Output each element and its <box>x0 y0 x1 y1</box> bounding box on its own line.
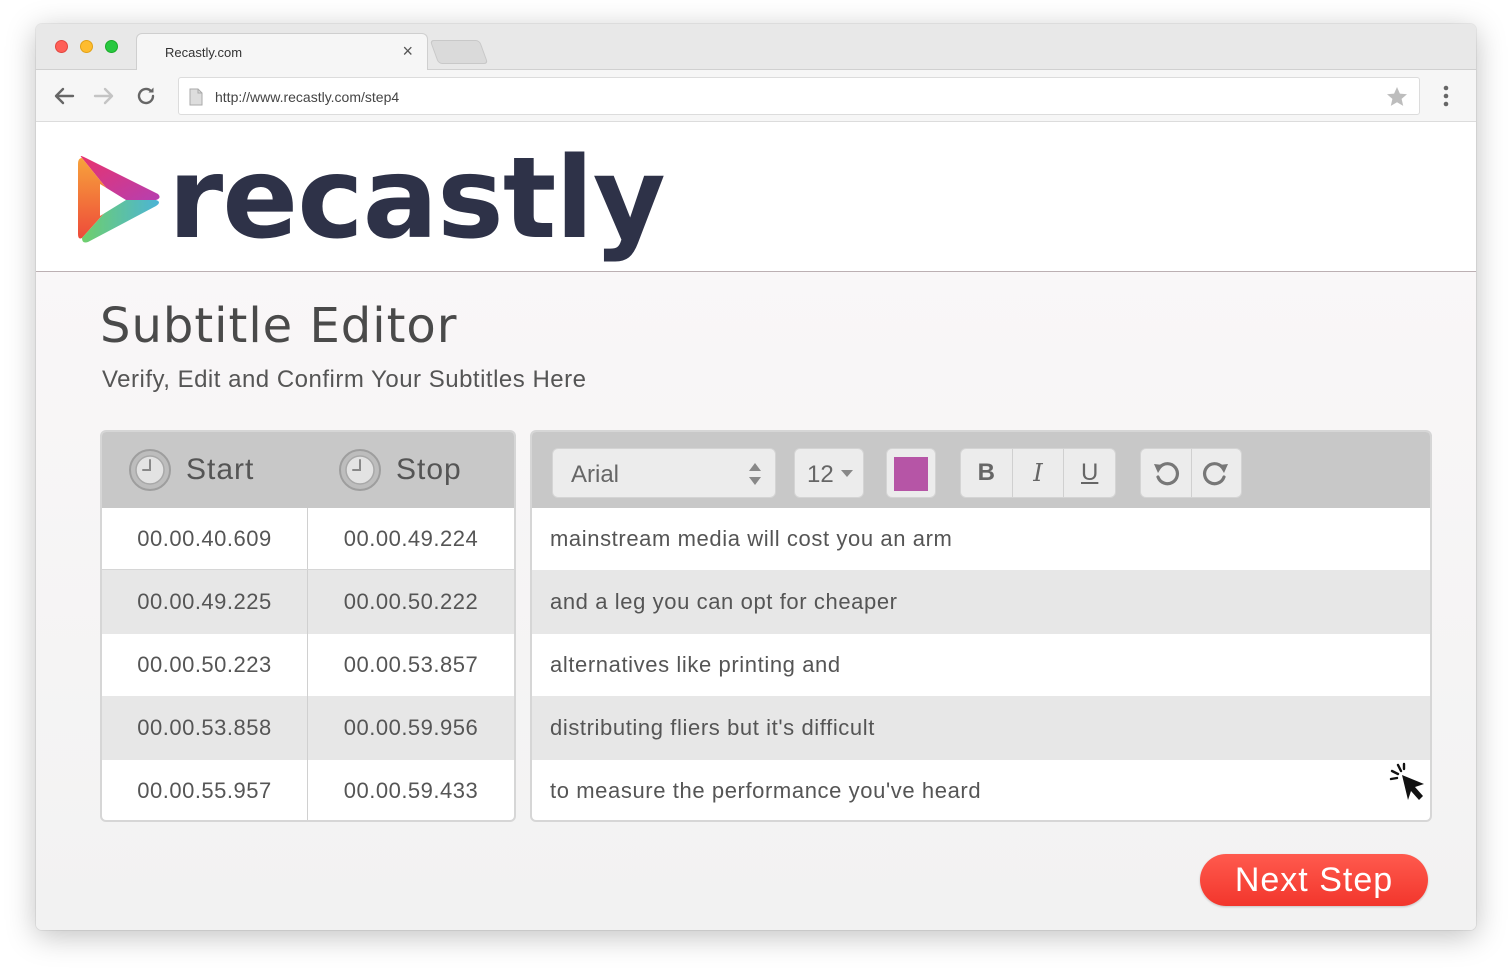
clock-icon <box>129 449 171 491</box>
minimize-window-button[interactable] <box>80 40 93 53</box>
timecode-row: 00.00.55.957 00.00.59.433 <box>102 760 514 820</box>
forward-button[interactable] <box>90 82 118 110</box>
italic-button[interactable]: I <box>1013 449 1065 497</box>
stop-label: Stop <box>396 453 462 486</box>
browser-tab[interactable]: Recastly.com × <box>136 33 428 71</box>
font-size-value: 12 <box>807 461 834 488</box>
undo-button[interactable] <box>1141 449 1192 497</box>
address-bar[interactable]: http://www.recastly.com/step4 <box>178 77 1420 115</box>
reload-button[interactable] <box>132 82 160 110</box>
page-content: recastly Subtitle Editor Verify, Edit an… <box>36 122 1476 930</box>
chevron-down-icon <box>841 470 853 477</box>
formatting-toolbar: Arial 12 B I U <box>532 432 1430 508</box>
clock-icon <box>339 449 381 491</box>
tab-strip: Recastly.com × <box>36 24 1476 71</box>
page-icon <box>189 88 203 106</box>
stop-time-cell[interactable]: 00.00.50.222 <box>308 570 514 634</box>
font-size-select[interactable]: 12 <box>794 448 864 498</box>
bold-button[interactable]: B <box>961 449 1013 497</box>
subtitle-line[interactable]: alternatives like printing and <box>532 634 1430 696</box>
select-arrows-icon <box>749 463 761 485</box>
recastly-logo-icon <box>78 156 160 243</box>
page-title: Subtitle Editor <box>100 298 458 354</box>
start-time-cell[interactable]: 00.00.49.225 <box>102 570 308 634</box>
start-time-cell[interactable]: 00.00.40.609 <box>102 508 308 569</box>
url-text[interactable]: http://www.recastly.com/step4 <box>215 89 399 105</box>
subtitle-line[interactable]: to measure the performance you've heard <box>532 760 1430 820</box>
site-header: recastly <box>36 122 1476 272</box>
start-time-cell[interactable]: 00.00.55.957 <box>102 760 308 820</box>
start-time-cell[interactable]: 00.00.50.223 <box>102 634 308 696</box>
brand-wordmark: recastly <box>168 134 666 264</box>
color-swatch <box>894 457 928 491</box>
timecode-row: 00.00.50.223 00.00.53.857 <box>102 634 514 696</box>
stop-time-cell[interactable]: 00.00.53.857 <box>308 634 514 696</box>
stop-time-cell[interactable]: 00.00.49.224 <box>308 508 514 569</box>
redo-icon <box>1203 462 1229 486</box>
stop-time-cell[interactable]: 00.00.59.956 <box>308 696 514 760</box>
browser-window: Recastly.com × http://www.recastly.com/s… <box>36 24 1476 930</box>
pointer-cursor-icon <box>1389 762 1424 800</box>
menu-dots-icon <box>1443 85 1449 107</box>
new-tab-button[interactable] <box>429 40 489 64</box>
font-family-select[interactable]: Arial <box>552 448 776 498</box>
history-group <box>1140 448 1242 498</box>
back-button[interactable] <box>50 82 78 110</box>
subtitle-text-panel: Arial 12 B I U mainstream media will cos… <box>530 430 1432 822</box>
forward-arrow-icon <box>93 87 114 105</box>
next-step-button[interactable]: Next Step <box>1200 854 1428 906</box>
start-label: Start <box>186 453 255 486</box>
star-icon[interactable] <box>1385 85 1409 109</box>
timecode-header: Start Stop <box>102 432 514 508</box>
subtitle-line[interactable]: mainstream media will cost you an arm <box>532 508 1430 570</box>
maximize-window-button[interactable] <box>105 40 118 53</box>
close-window-button[interactable] <box>55 40 68 53</box>
subtitle-line[interactable]: and a leg you can opt for cheaper <box>532 570 1430 634</box>
tab-title: Recastly.com <box>165 45 243 60</box>
timecode-row: 00.00.53.858 00.00.59.956 <box>102 696 514 760</box>
subtitle-line[interactable]: distributing fliers but it's difficult <box>532 696 1430 760</box>
browser-menu-button[interactable] <box>1436 82 1456 110</box>
page-subtitle: Verify, Edit and Confirm Your Subtitles … <box>102 366 587 393</box>
undo-icon <box>1153 462 1179 486</box>
tab-close-icon[interactable]: × <box>402 41 413 61</box>
stop-time-cell[interactable]: 00.00.59.433 <box>308 760 514 820</box>
font-family-value: Arial <box>571 461 620 488</box>
redo-button[interactable] <box>1192 449 1242 497</box>
start-column-header: Start <box>128 432 254 508</box>
underline-button[interactable]: U <box>1064 449 1115 497</box>
timecode-row: 00.00.49.225 00.00.50.222 <box>102 570 514 634</box>
reload-icon <box>137 87 155 105</box>
timecode-panel: Start Stop 00.00.40.609 00.00.49.224 00.… <box>100 430 516 822</box>
text-color-button[interactable] <box>886 448 936 498</box>
start-time-cell[interactable]: 00.00.53.858 <box>102 696 308 760</box>
text-format-group: B I U <box>960 448 1116 498</box>
browser-toolbar: http://www.recastly.com/step4 <box>36 70 1476 122</box>
timecode-row: 00.00.40.609 00.00.49.224 <box>102 508 514 570</box>
stop-column-header: Stop <box>338 432 462 508</box>
back-arrow-icon <box>54 87 75 105</box>
